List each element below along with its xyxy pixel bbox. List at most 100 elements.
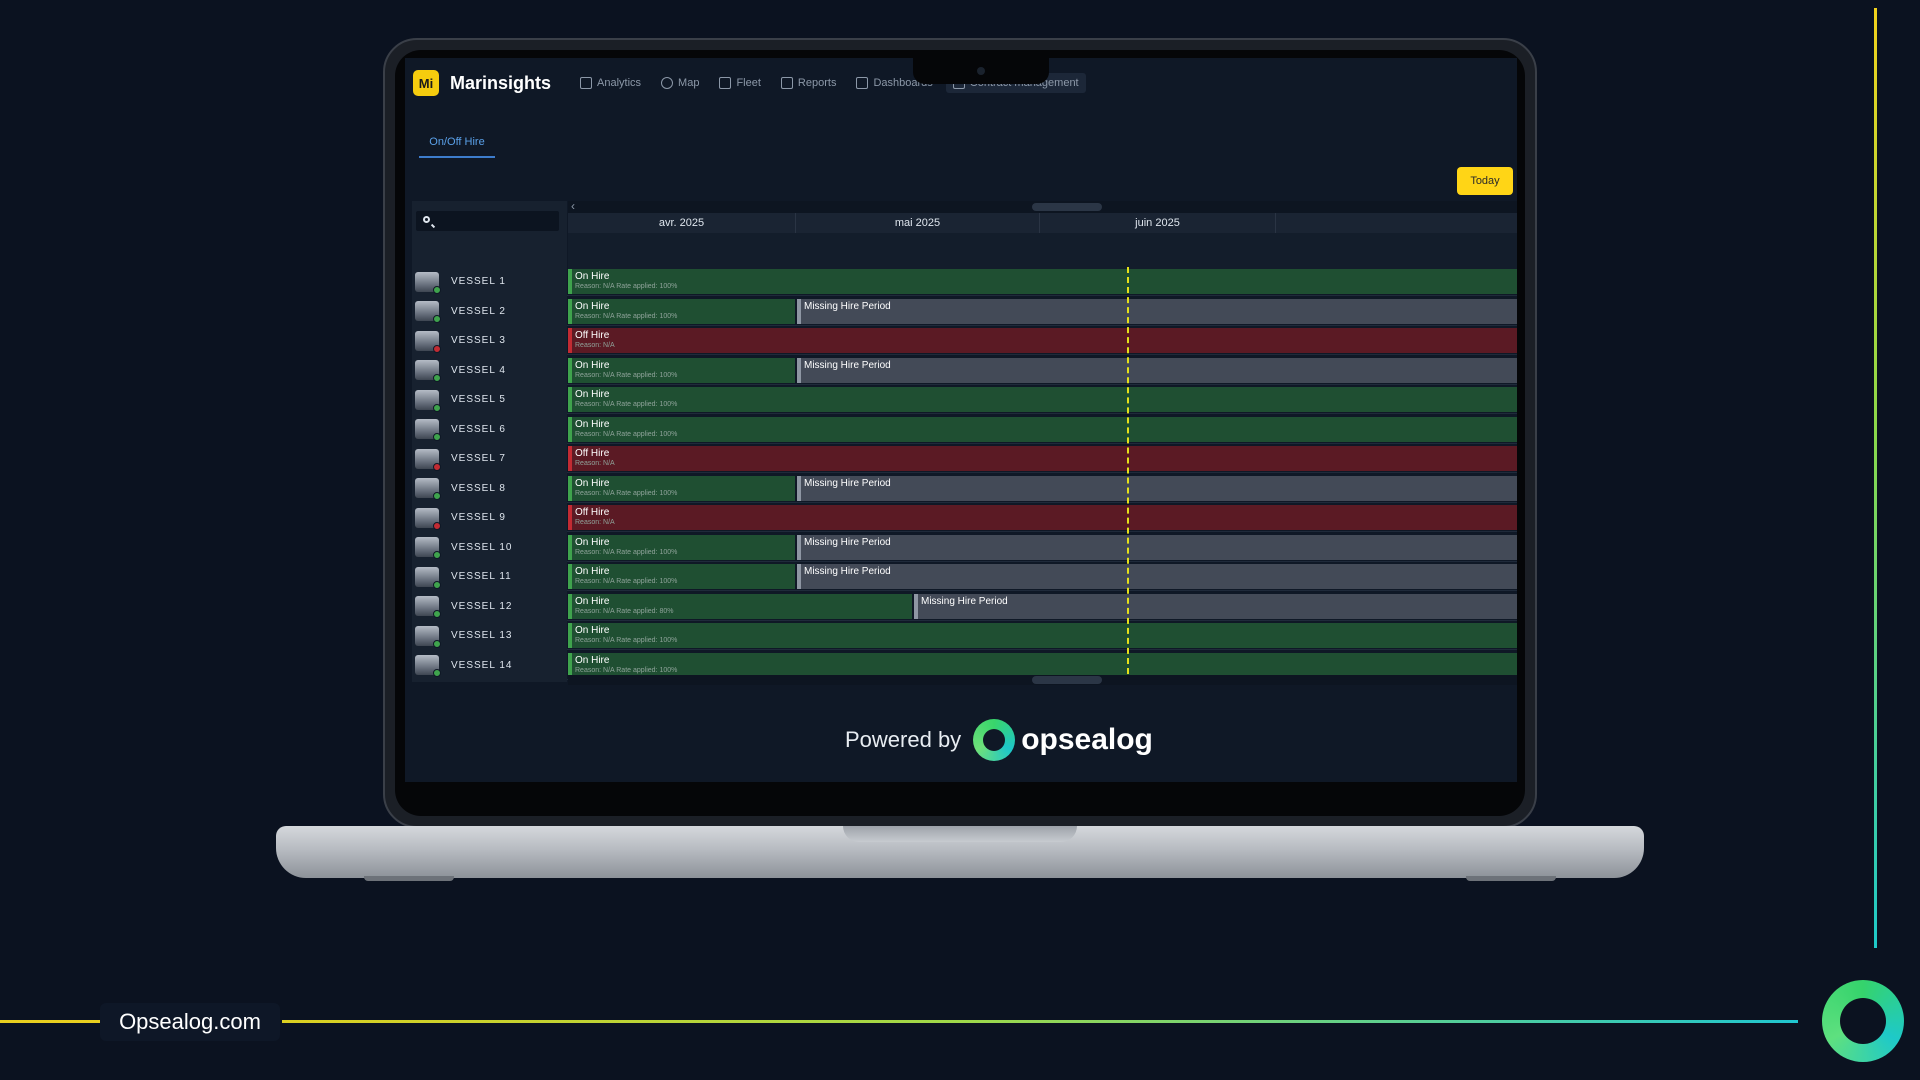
vessel-row[interactable]: VESSEL 5 On Hire Reason: N/A Rate applied:… bbox=[412, 385, 1517, 414]
vessel-cell[interactable]: VESSEL 4 bbox=[412, 355, 567, 385]
vessel-cell[interactable]: VESSEL 7 bbox=[412, 444, 567, 473]
vessel-cell[interactable]: VESSEL 13 bbox=[412, 621, 567, 650]
accent-vertical-line bbox=[1874, 8, 1877, 948]
missing-hire-segment[interactable]: Missing Hire Period bbox=[914, 593, 1517, 619]
vessel-status-dot bbox=[433, 433, 441, 441]
vessel-row[interactable]: VESSEL 3 Off Hire Reason: N/A bbox=[412, 326, 1517, 355]
segment-title: On Hire bbox=[575, 389, 610, 400]
on-hire-segment[interactable]: On Hire Reason: N/A Rate applied: 100% bbox=[568, 564, 795, 589]
vessel-thumbnail bbox=[415, 507, 441, 530]
segment-title: Off Hire bbox=[575, 507, 610, 518]
vessel-thumbnail bbox=[415, 389, 441, 412]
vessel-cell[interactable]: VESSEL 8 bbox=[412, 473, 567, 503]
vessel-status-dot bbox=[433, 285, 441, 294]
timeline-scrollbar-top[interactable]: ‹ bbox=[568, 199, 1517, 213]
vessel-status-dot bbox=[433, 580, 441, 589]
vessel-status-dot bbox=[433, 374, 441, 382]
vessel-cell[interactable]: VESSEL 2 bbox=[412, 296, 567, 326]
on-hire-segment[interactable]: On Hire Reason: N/A Rate applied: 100% bbox=[568, 387, 1517, 412]
missing-hire-segment[interactable]: Missing Hire Period bbox=[797, 475, 1517, 501]
powered-by-text: Powered by bbox=[845, 727, 962, 752]
on-hire-segment[interactable]: On Hire Reason: N/A Rate applied: 100% bbox=[568, 623, 1517, 648]
on-hire-segment[interactable]: On Hire Reason: N/A Rate applied: 100% bbox=[568, 416, 1517, 442]
segment-title: Missing Hire Period bbox=[804, 359, 891, 371]
segment-title: Missing Hire Period bbox=[921, 595, 1008, 607]
scrollbar-thumb[interactable] bbox=[1032, 676, 1102, 684]
segment-title: On Hire bbox=[575, 359, 610, 371]
on-hire-segment[interactable]: On Hire Reason: N/A Rate applied: 100% bbox=[568, 652, 1517, 678]
vessel-cell[interactable]: VESSEL 10 bbox=[412, 532, 567, 562]
camera-notch bbox=[913, 58, 1049, 84]
ship-icon bbox=[719, 77, 732, 89]
vessel-name: VESSEL 12 bbox=[451, 600, 513, 612]
segment-title: Missing Hire Period bbox=[804, 300, 891, 312]
today-button[interactable]: Today bbox=[1457, 167, 1513, 195]
vessel-thumbnail bbox=[415, 419, 441, 441]
nav-label: Analytics bbox=[597, 77, 642, 89]
segment-details: Reason: N/A Rate applied: 100% bbox=[575, 283, 678, 290]
off-hire-segment[interactable]: Off Hire Reason: N/A bbox=[568, 446, 1517, 471]
on-hire-segment[interactable]: On Hire Reason: N/A Rate applied: 100% bbox=[568, 298, 795, 324]
vessel-name: VESSEL 13 bbox=[451, 630, 513, 641]
vessel-cell[interactable]: VESSEL 12 bbox=[412, 591, 567, 621]
on-hire-segment[interactable]: On Hire Reason: N/A Rate applied: 100% bbox=[568, 269, 1517, 294]
segment-details: Reason: N/A Rate applied: 100% bbox=[575, 489, 678, 497]
vessel-row[interactable]: VESSEL 1 On Hire Reason: N/A Rate applied:… bbox=[412, 267, 1517, 296]
nav-item-map[interactable]: Map bbox=[654, 73, 706, 93]
segment-title: On Hire bbox=[575, 300, 610, 312]
vessel-row[interactable]: VESSEL 7 Off Hire Reason: N/A bbox=[412, 444, 1517, 473]
vessel-row[interactable]: VESSEL 8 On Hire Reason: N/A Rate applied:… bbox=[412, 473, 1517, 503]
vessel-row[interactable]: VESSEL 9 Off Hire Reason: N/A bbox=[412, 503, 1517, 532]
vessel-thumbnail bbox=[415, 301, 441, 323]
nav-item-reports[interactable]: Reports bbox=[774, 73, 844, 93]
on-hire-segment[interactable]: On Hire Reason: N/A Rate applied: 80% bbox=[568, 593, 912, 619]
on-hire-segment[interactable]: On Hire Reason: N/A Rate applied: 100% bbox=[568, 475, 795, 501]
scroll-left-arrow-icon[interactable]: ‹ bbox=[571, 199, 575, 213]
vessel-search-input[interactable] bbox=[416, 211, 559, 231]
vessel-thumbnail bbox=[415, 625, 441, 648]
missing-hire-segment[interactable]: Missing Hire Period bbox=[797, 564, 1517, 589]
missing-hire-segment[interactable]: Missing Hire Period bbox=[797, 534, 1517, 560]
search-icon bbox=[423, 216, 430, 223]
vessel-row[interactable]: VESSEL 11 On Hire Reason: N/A Rate applied… bbox=[412, 562, 1517, 591]
timeline-scrollbar-bottom[interactable] bbox=[568, 675, 1517, 685]
vessel-row[interactable]: VESSEL 6 On Hire Reason: N/A Rate applied:… bbox=[412, 414, 1517, 444]
vessel-cell[interactable]: VESSEL 9 bbox=[412, 503, 567, 532]
powered-by-banner: Powered by opsealog bbox=[845, 718, 1153, 762]
off-hire-segment[interactable]: Off Hire Reason: N/A bbox=[568, 328, 1517, 353]
vessel-name: VESSEL 3 bbox=[451, 335, 506, 346]
nav-item-analytics[interactable]: Analytics bbox=[573, 73, 648, 93]
vessel-cell[interactable]: VESSEL 3 bbox=[412, 326, 567, 355]
segment-title: Missing Hire Period bbox=[804, 477, 891, 489]
month-header-row: avr. 2025 mai 2025 juin 2025 bbox=[568, 213, 1517, 233]
today-marker-line bbox=[1127, 267, 1129, 684]
vessel-row[interactable]: VESSEL 13 On Hire Reason: N/A Rate applied… bbox=[412, 621, 1517, 650]
vessel-cell[interactable]: VESSEL 11 bbox=[412, 562, 567, 591]
vessel-cell[interactable]: VESSEL 6 bbox=[412, 414, 567, 444]
missing-hire-segment[interactable]: Missing Hire Period bbox=[797, 357, 1517, 383]
vessel-cell[interactable]: VESSEL 14 bbox=[412, 650, 567, 680]
app-logo[interactable]: Mi bbox=[413, 70, 439, 96]
vessel-row[interactable]: VESSEL 4 On Hire Reason: N/A Rate applied:… bbox=[412, 355, 1517, 385]
report-icon bbox=[780, 77, 793, 89]
segment-title: On Hire bbox=[575, 566, 610, 577]
vessel-row[interactable]: VESSEL 2 On Hire Reason: N/A Rate applied:… bbox=[412, 296, 1517, 326]
vessel-thumbnail bbox=[415, 655, 441, 677]
vessel-row[interactable]: VESSEL 12 On Hire Reason: N/A Rate applied… bbox=[412, 591, 1517, 621]
scrollbar-thumb[interactable] bbox=[1032, 203, 1102, 211]
segment-details: Reason: N/A Rate applied: 100% bbox=[575, 371, 678, 379]
opsealog-wordmark: opsealog bbox=[1021, 723, 1153, 756]
vessel-row[interactable]: VESSEL 10 On Hire Reason: N/A Rate applied… bbox=[412, 532, 1517, 562]
vessel-status-dot bbox=[433, 521, 441, 530]
on-hire-segment[interactable]: On Hire Reason: N/A Rate applied: 100% bbox=[568, 534, 795, 560]
off-hire-segment[interactable]: Off Hire Reason: N/A bbox=[568, 505, 1517, 530]
segment-details: Reason: N/A Rate applied: 100% bbox=[575, 666, 678, 674]
vessel-cell[interactable]: VESSEL 5 bbox=[412, 385, 567, 414]
vessel-status-dot bbox=[433, 344, 441, 353]
tab-on-off-hire[interactable]: On/Off Hire bbox=[419, 128, 495, 158]
missing-hire-segment[interactable]: Missing Hire Period bbox=[797, 298, 1517, 324]
vessel-cell[interactable]: VESSEL 1 bbox=[412, 267, 567, 296]
nav-item-fleet[interactable]: Fleet bbox=[712, 73, 767, 93]
vessel-name: VESSEL 8 bbox=[451, 482, 506, 494]
on-hire-segment[interactable]: On Hire Reason: N/A Rate applied: 100% bbox=[568, 357, 795, 383]
